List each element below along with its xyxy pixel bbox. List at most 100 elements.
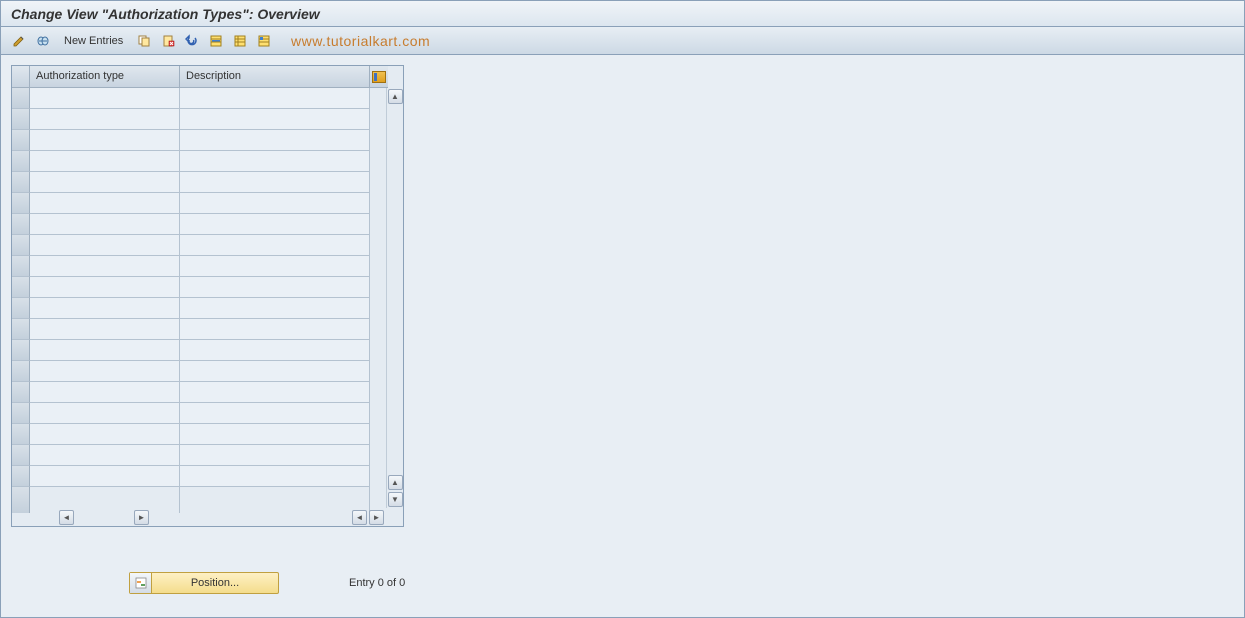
cell-auth-type[interactable] xyxy=(30,445,180,466)
cell-description[interactable] xyxy=(180,277,370,298)
scroll-up-button[interactable]: ▲ xyxy=(388,89,403,104)
scroll-track[interactable] xyxy=(387,105,403,475)
app-toolbar: New Entries www.tutorialkart.com xyxy=(1,27,1244,55)
cell-description[interactable] xyxy=(180,361,370,382)
cell-description[interactable] xyxy=(180,151,370,172)
cell-auth-type[interactable] xyxy=(30,319,180,340)
cell-description[interactable] xyxy=(180,130,370,151)
cell-auth-type[interactable] xyxy=(30,193,180,214)
cell-auth-type[interactable] xyxy=(30,403,180,424)
row-selector[interactable] xyxy=(12,466,30,487)
data-grid: Authorization type Description ▲ ▲ ▼ ◄ ► xyxy=(11,65,404,527)
row-selector[interactable] xyxy=(12,193,30,214)
row-selector[interactable] xyxy=(12,424,30,445)
row-selector[interactable] xyxy=(12,109,30,130)
hscroll-right-button[interactable]: ► xyxy=(134,510,149,525)
row-selector[interactable] xyxy=(12,151,30,172)
table-row xyxy=(12,214,386,235)
row-selector[interactable] xyxy=(12,403,30,424)
row-selector[interactable] xyxy=(12,256,30,277)
title-bar: Change View "Authorization Types": Overv… xyxy=(1,1,1244,27)
cell-description[interactable] xyxy=(180,487,370,513)
cell-description[interactable] xyxy=(180,193,370,214)
row-selector[interactable] xyxy=(12,340,30,361)
cell-description[interactable] xyxy=(180,298,370,319)
select-all-icon[interactable] xyxy=(206,31,226,51)
find-icon[interactable] xyxy=(33,31,53,51)
cell-auth-type[interactable] xyxy=(30,277,180,298)
row-selector[interactable] xyxy=(12,487,30,513)
deselect-all-icon[interactable] xyxy=(254,31,274,51)
cell-auth-type[interactable] xyxy=(30,466,180,487)
cell-auth-type[interactable] xyxy=(30,214,180,235)
cell-auth-type[interactable] xyxy=(30,172,180,193)
cell-auth-type[interactable] xyxy=(30,151,180,172)
row-selector[interactable] xyxy=(12,319,30,340)
grid-select-all-header[interactable] xyxy=(12,66,30,88)
cell-auth-type[interactable] xyxy=(30,88,180,109)
cell-description[interactable] xyxy=(180,445,370,466)
cell-description[interactable] xyxy=(180,424,370,445)
row-selector[interactable] xyxy=(12,214,30,235)
hscroll-right-button-2[interactable]: ► xyxy=(369,510,384,525)
cell-auth-type[interactable] xyxy=(30,361,180,382)
row-selector[interactable] xyxy=(12,130,30,151)
new-entries-button[interactable]: New Entries xyxy=(57,32,130,50)
row-selector[interactable] xyxy=(12,235,30,256)
cell-description[interactable] xyxy=(180,88,370,109)
watermark-text: www.tutorialkart.com xyxy=(291,33,430,49)
table-row xyxy=(12,193,386,214)
cell-auth-type[interactable] xyxy=(30,256,180,277)
hscroll-left-button[interactable]: ◄ xyxy=(59,510,74,525)
row-selector[interactable] xyxy=(12,88,30,109)
column-header-auth-type[interactable]: Authorization type xyxy=(30,66,180,88)
position-button[interactable]: Position... xyxy=(129,572,279,594)
column-header-description[interactable]: Description xyxy=(180,66,370,88)
delete-icon[interactable] xyxy=(158,31,178,51)
cell-description[interactable] xyxy=(180,340,370,361)
row-selector[interactable] xyxy=(12,298,30,319)
table-row xyxy=(12,172,386,193)
table-row xyxy=(12,88,386,109)
cell-description[interactable] xyxy=(180,319,370,340)
table-row xyxy=(12,424,386,445)
grid-header-row: Authorization type Description xyxy=(12,66,403,88)
cell-auth-type[interactable] xyxy=(30,382,180,403)
cell-auth-type[interactable] xyxy=(30,130,180,151)
table-row xyxy=(12,361,386,382)
cell-description[interactable] xyxy=(180,403,370,424)
row-selector[interactable] xyxy=(12,382,30,403)
cell-description[interactable] xyxy=(180,109,370,130)
row-selector[interactable] xyxy=(12,361,30,382)
cell-description[interactable] xyxy=(180,256,370,277)
page-title: Change View "Authorization Types": Overv… xyxy=(11,6,320,22)
table-row xyxy=(12,277,386,298)
row-selector[interactable] xyxy=(12,445,30,466)
copy-icon[interactable] xyxy=(134,31,154,51)
table-row xyxy=(12,151,386,172)
cell-auth-type[interactable] xyxy=(30,235,180,256)
cell-description[interactable] xyxy=(180,235,370,256)
cell-auth-type[interactable] xyxy=(30,340,180,361)
position-label: Position... xyxy=(152,577,278,589)
row-selector[interactable] xyxy=(12,277,30,298)
status-row: Position... Entry 0 of 0 xyxy=(129,572,1234,594)
row-selector[interactable] xyxy=(12,172,30,193)
select-block-icon[interactable] xyxy=(230,31,250,51)
undo-icon[interactable] xyxy=(182,31,202,51)
cell-description[interactable] xyxy=(180,172,370,193)
table-settings-button[interactable] xyxy=(370,66,388,88)
hscroll-left-button-2[interactable]: ◄ xyxy=(352,510,367,525)
cell-description[interactable] xyxy=(180,382,370,403)
scroll-down-button-2[interactable]: ▼ xyxy=(388,492,403,507)
toggle-display-change-icon[interactable] xyxy=(9,31,29,51)
cell-auth-type[interactable] xyxy=(30,424,180,445)
scroll-down-button[interactable]: ▲ xyxy=(388,475,403,490)
table-row xyxy=(12,130,386,151)
table-row xyxy=(12,445,386,466)
cell-auth-type[interactable] xyxy=(30,109,180,130)
cell-description[interactable] xyxy=(180,466,370,487)
table-row xyxy=(12,235,386,256)
cell-description[interactable] xyxy=(180,214,370,235)
cell-auth-type[interactable] xyxy=(30,298,180,319)
